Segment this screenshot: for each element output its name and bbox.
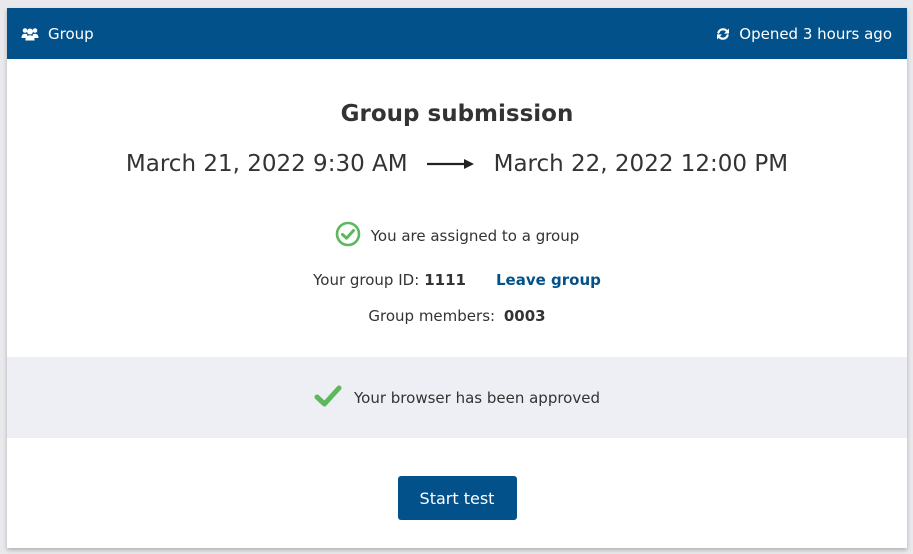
leave-group-link[interactable]: Leave group [496,271,601,289]
group-assigned-status: You are assigned to a group [7,221,907,251]
header-opened: Opened 3 hours ago [716,25,892,43]
browser-approved-banner: Your browser has been approved [7,357,907,438]
page-title: Group submission [340,101,574,127]
card-header: Group Opened 3 hours ago [7,8,907,59]
users-icon [21,27,39,41]
group-id-row: Your group ID: 1111 Leave group [7,271,907,289]
check-icon [314,385,342,411]
browser-approved-text: Your browser has been approved [354,388,600,407]
group-assigned-text: You are assigned to a group [370,227,580,245]
group-id-label: Your group ID: [313,271,420,289]
header-group: Group [21,25,94,43]
group-members-row: Group members: 0003 [7,307,907,325]
opened-time-label: Opened 3 hours ago [739,24,892,43]
actions: Start test [7,476,907,520]
group-id-value: 1111 [424,271,466,289]
refresh-icon [716,27,730,41]
check-circle-icon [335,221,361,251]
end-date: March 22, 2022 12:00 PM [493,151,789,177]
submission-card: Group Opened 3 hours ago Group submissio… [7,8,907,548]
group-members-label: Group members: [368,307,496,325]
group-members-value: 0003 [503,307,546,325]
arrow-right-icon [426,157,476,171]
date-range: March 21, 2022 9:30 AM March 22, 2022 12… [7,151,907,177]
start-date: March 21, 2022 9:30 AM [125,151,408,177]
header-group-label: Group [48,24,94,43]
start-test-button[interactable]: Start test [397,476,517,520]
